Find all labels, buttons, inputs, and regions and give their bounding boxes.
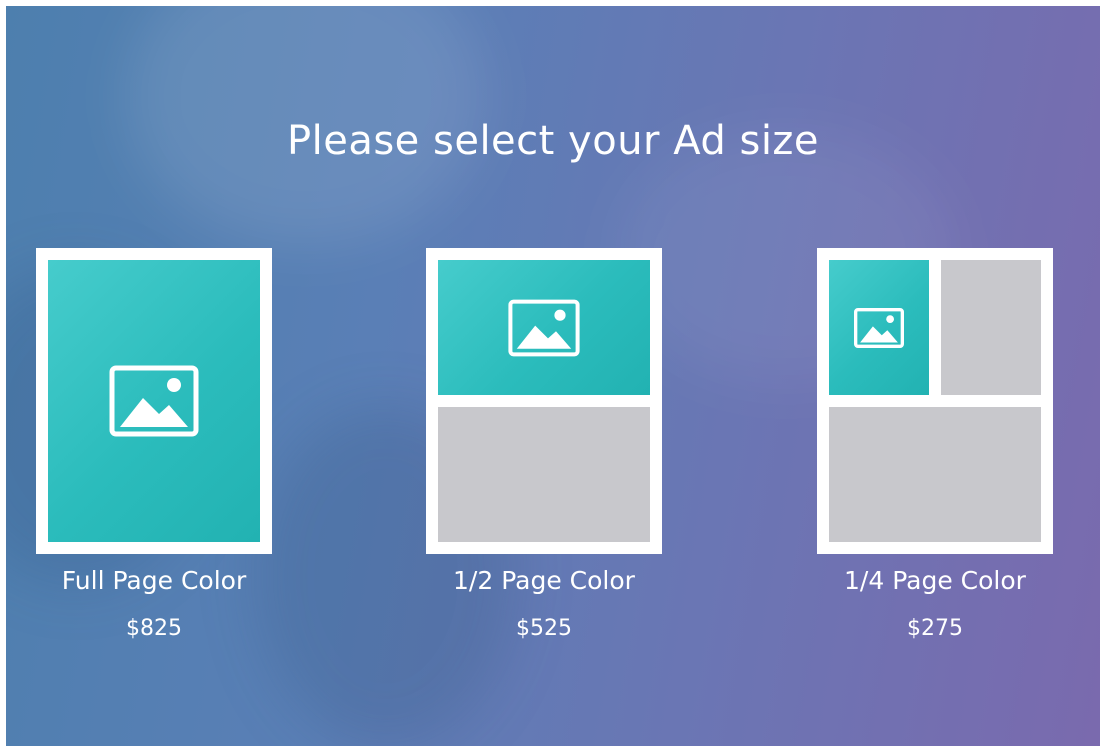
option-label: 1/2 Page Color: [453, 566, 635, 595]
option-price: $275: [907, 616, 963, 641]
full-page-color-option[interactable]: Full Page Color $825: [36, 248, 272, 642]
option-price: $825: [126, 616, 182, 641]
option-label: Full Page Color: [61, 566, 247, 595]
ad-area: [438, 260, 650, 395]
ad-size-selector: Please select your Ad size Full Page Col…: [6, 6, 1100, 746]
image-icon: [508, 299, 580, 357]
ad-area: [48, 260, 260, 542]
quarter-page-color-option[interactable]: 1/4 Page Color $275: [817, 248, 1053, 642]
remaining-page-area: [829, 407, 1041, 542]
quarter-page-layout-preview: [817, 248, 1053, 554]
full-page-layout-preview: [36, 248, 272, 554]
option-label: 1/4 Page Color: [844, 566, 1026, 595]
page-title: Please select your Ad size: [286, 118, 820, 164]
remaining-page-area: [941, 260, 1041, 395]
option-price: $525: [516, 616, 572, 641]
half-page-layout-preview: [426, 248, 662, 554]
remaining-page-area: [438, 407, 650, 542]
half-page-color-option[interactable]: 1/2 Page Color $525: [426, 248, 662, 642]
ad-area: [829, 260, 929, 395]
image-icon: [854, 307, 904, 348]
image-icon: [109, 365, 199, 437]
